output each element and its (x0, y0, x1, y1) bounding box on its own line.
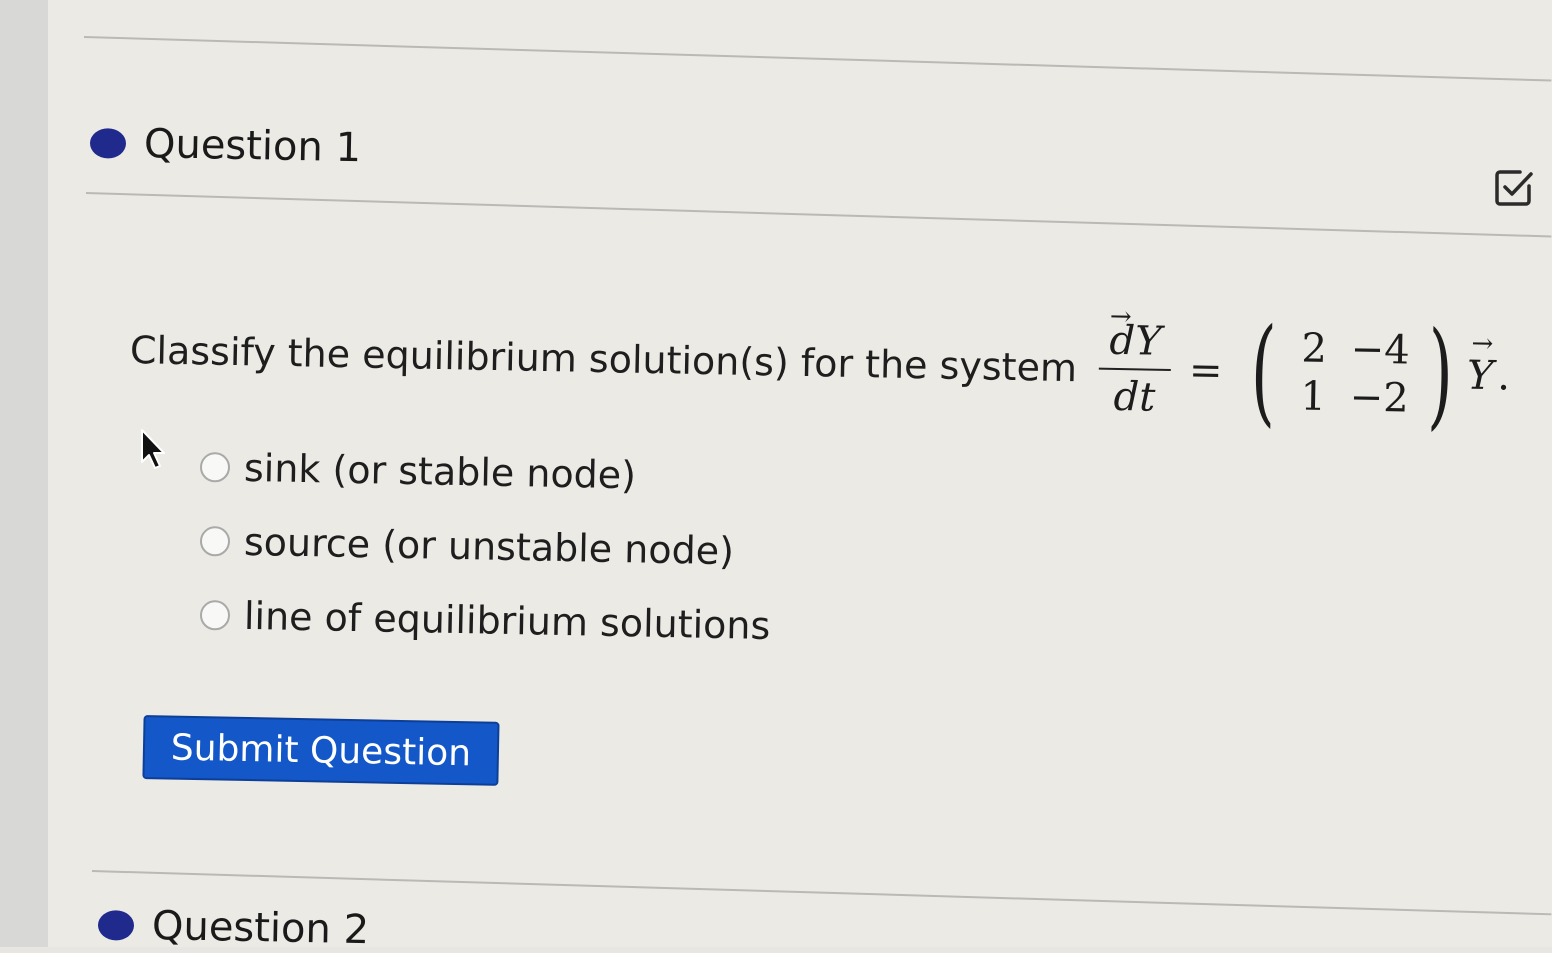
option-line-of-equilibria[interactable]: line of equilibrium solutions (199, 578, 771, 663)
matrix-entry: −2 (1349, 374, 1410, 422)
question1-title: Question 1 (143, 121, 362, 172)
option-label: line of equilibrium solutions (243, 593, 771, 648)
question-status-dot (97, 910, 135, 941)
question1-header: Question 1 (89, 120, 362, 172)
derivative-denominator: dt (1113, 373, 1156, 421)
answer-options: sink (or stable node) source (or unstabl… (199, 430, 771, 652)
matrix-left-paren: ( (1249, 303, 1277, 439)
matrix-entry: 2 (1301, 325, 1328, 372)
equals-sign: = (1188, 347, 1223, 394)
equation-period: . (1496, 353, 1511, 400)
matrix-right-paren: ) (1426, 306, 1455, 443)
option-source[interactable]: source (or unstable node) (199, 504, 771, 589)
fraction-bar (1098, 367, 1171, 371)
matrix-entry: 1 (1300, 373, 1327, 420)
coefficient-matrix: 2 −4 1 −2 (1285, 324, 1419, 423)
derivative-numerator: dY (1105, 318, 1166, 365)
radio-button[interactable] (199, 526, 231, 557)
edit-checkbox-icon[interactable] (1494, 168, 1534, 208)
question2-header: Question 2 (97, 902, 370, 953)
question2-title: Question 2 (151, 903, 370, 953)
option-label: sink (or stable node) (243, 445, 637, 498)
radio-button[interactable] (199, 452, 231, 483)
question-status-dot (89, 128, 127, 159)
equation: dY dt = ( 2 −4 1 −2 ) Y . (1098, 303, 1511, 443)
derivative-fraction: dY dt (1098, 318, 1172, 421)
mouse-pointer-icon (141, 429, 165, 469)
submit-question-button[interactable]: Submit Question (142, 715, 500, 786)
matrix-entry: −4 (1350, 326, 1411, 374)
option-label: source (or unstable node) (243, 519, 735, 574)
question-prompt-text: Classify the equilibrium solution(s) for… (129, 328, 1078, 391)
state-vector: Y (1467, 353, 1494, 399)
window-left-edge (0, 0, 49, 947)
radio-button[interactable] (199, 600, 231, 631)
option-sink[interactable]: sink (or stable node) (199, 430, 771, 515)
